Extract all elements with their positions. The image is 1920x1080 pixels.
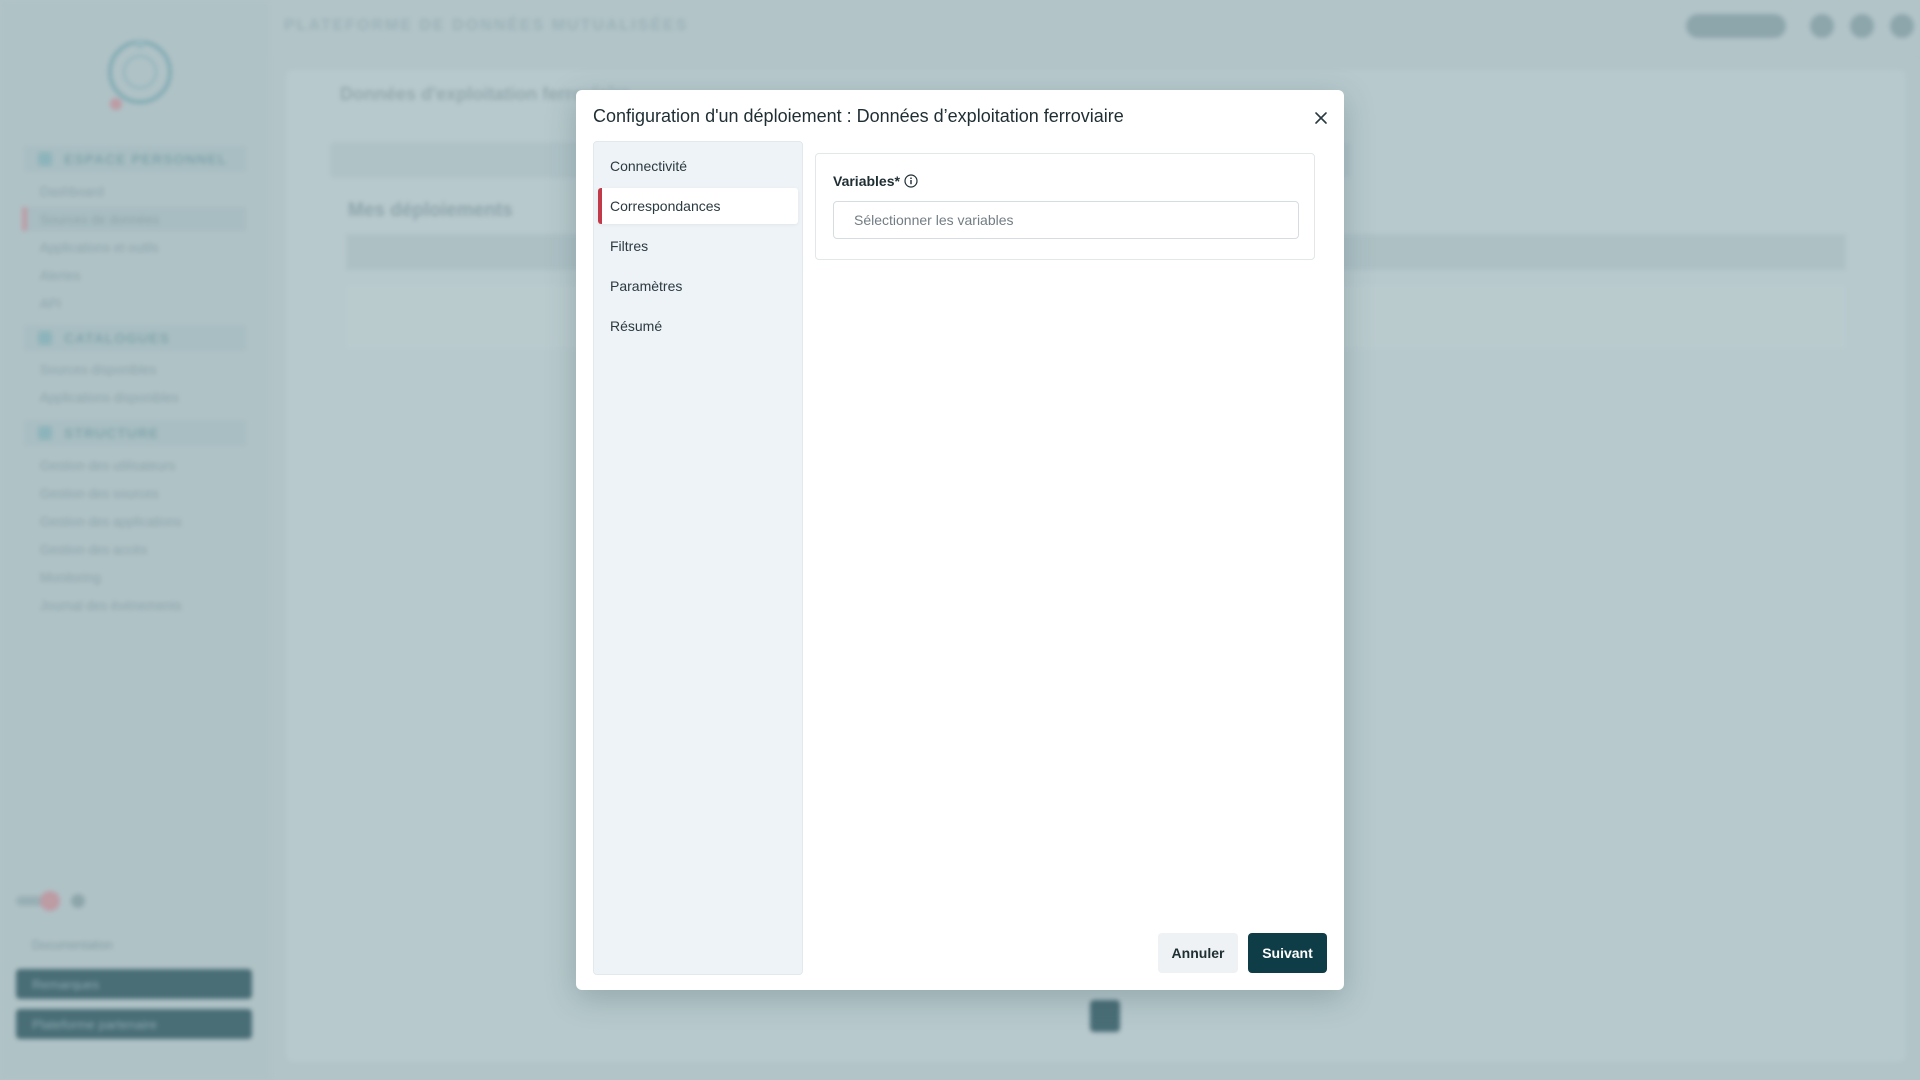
step-parameters[interactable]: Paramètres [594, 268, 802, 304]
step-correspondences[interactable]: Correspondances [598, 188, 798, 224]
dialog-title: Configuration d'un déploiement : Données… [593, 106, 1124, 126]
step-filters[interactable]: Filtres [594, 228, 802, 264]
close-button[interactable] [1310, 107, 1332, 129]
deployment-config-dialog: Configuration d'un déploiement : Données… [576, 90, 1344, 990]
steps-nav: Connectivité Correspondances Filtres Par… [593, 141, 803, 975]
close-icon [1315, 112, 1327, 124]
next-button[interactable]: Suivant [1248, 933, 1327, 973]
variables-select[interactable] [833, 201, 1299, 239]
step-summary[interactable]: Résumé [594, 308, 802, 344]
variables-card: Variables* [815, 153, 1315, 260]
info-icon[interactable] [904, 174, 918, 188]
cancel-button[interactable]: Annuler [1158, 933, 1238, 973]
variables-label: Variables* [833, 173, 900, 189]
step-connectivity[interactable]: Connectivité [594, 148, 802, 184]
